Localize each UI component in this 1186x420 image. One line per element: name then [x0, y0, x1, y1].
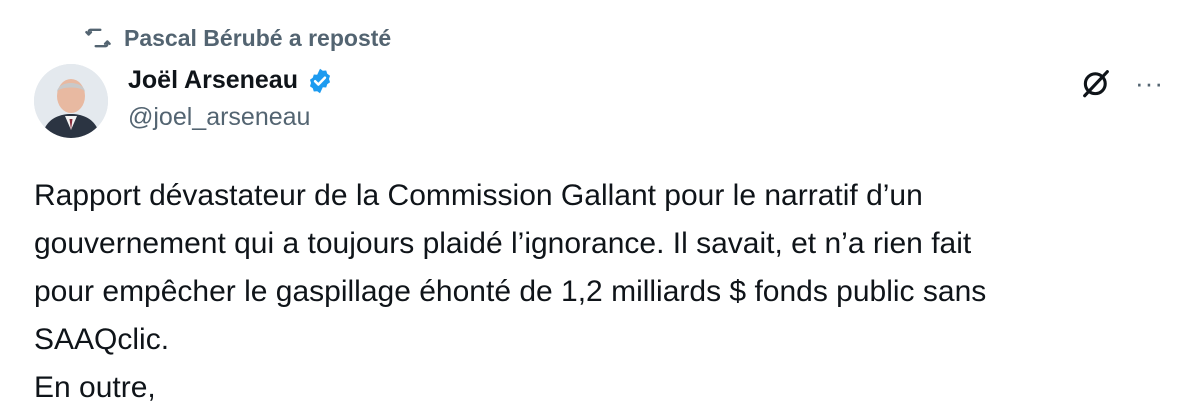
repost-text[interactable]: Pascal Bérubé a reposté: [124, 25, 391, 52]
repost-icon: [84, 24, 112, 52]
author-name[interactable]: Joël Arseneau: [128, 66, 298, 95]
more-icon[interactable]: ···: [1135, 70, 1164, 96]
tweet-line: Rapport dévastateur de la Commission Gal…: [34, 179, 923, 212]
tweet-actions: ···: [1079, 66, 1164, 100]
avatar[interactable]: [34, 64, 108, 138]
tweet-text: Rapport dévastateur de la Commission Gal…: [34, 172, 1174, 412]
repost-header[interactable]: Pascal Bérubé a reposté: [84, 24, 391, 52]
verified-badge-icon[interactable]: [306, 67, 334, 95]
tweet-line: pour empêcher le gaspillage éhonté de 1,…: [34, 275, 987, 308]
grok-icon[interactable]: [1079, 66, 1113, 100]
tweet-line: SAAQclic.: [34, 323, 170, 356]
tweet-line: gouvernement qui a toujours plaidé l’ign…: [34, 227, 972, 260]
author-handle[interactable]: @joel_arseneau: [128, 103, 334, 132]
tweet-line: En outre,: [34, 371, 156, 404]
author-block: Joël Arseneau @joel_arseneau: [128, 66, 334, 132]
